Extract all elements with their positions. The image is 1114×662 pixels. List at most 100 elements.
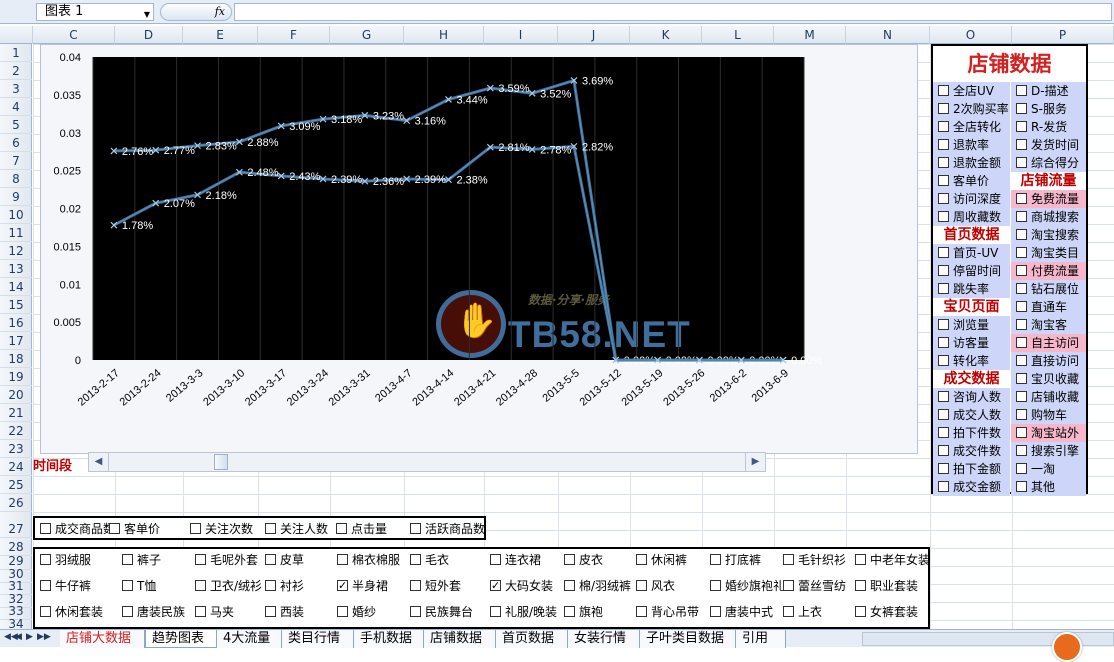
- category-checkbox[interactable]: 蕾丝雪纺: [778, 577, 858, 595]
- checkbox[interactable]: [1016, 391, 1027, 402]
- checkbox[interactable]: [109, 523, 120, 534]
- category-checkbox[interactable]: 婚纱旗袍礼服: [705, 577, 785, 595]
- checkbox[interactable]: [265, 580, 276, 591]
- panel-checkbox-item[interactable]: 停留时间: [933, 262, 1010, 280]
- checkbox[interactable]: [938, 157, 949, 168]
- panel-checkbox-item[interactable]: 店铺收藏: [1011, 388, 1086, 406]
- checkbox[interactable]: [40, 580, 51, 591]
- checkbox[interactable]: [710, 554, 721, 565]
- checkbox[interactable]: [1016, 283, 1027, 294]
- category-checkbox[interactable]: 打底裤: [705, 551, 785, 569]
- category-checkbox[interactable]: 上衣: [778, 603, 858, 621]
- category-checkbox[interactable]: 毛衣: [405, 551, 485, 569]
- checkbox[interactable]: [1016, 85, 1027, 96]
- panel-checkbox-item[interactable]: 免费流量: [1011, 190, 1086, 208]
- checkbox[interactable]: [1016, 193, 1027, 204]
- checkbox[interactable]: [1016, 265, 1027, 276]
- checkbox[interactable]: [710, 580, 721, 591]
- checkbox[interactable]: [636, 606, 647, 617]
- category-checkbox[interactable]: 大码女装: [485, 577, 565, 595]
- category-checkbox[interactable]: 棉衣棉服: [332, 551, 412, 569]
- sheet-tab[interactable]: 首页数据: [496, 630, 568, 648]
- metric-checkbox[interactable]: 点击量: [331, 520, 387, 538]
- checkbox[interactable]: [636, 580, 647, 591]
- category-checkbox[interactable]: 卫衣/绒衫: [190, 577, 270, 595]
- category-checkbox[interactable]: 旗袍: [559, 603, 639, 621]
- checkbox[interactable]: [938, 247, 949, 258]
- checkbox[interactable]: [410, 580, 421, 591]
- sheet-tab[interactable]: 女装行情: [568, 630, 640, 648]
- category-checkbox[interactable]: 连衣裙: [485, 551, 565, 569]
- checkbox[interactable]: [855, 554, 866, 565]
- panel-checkbox-item[interactable]: 综合得分: [1011, 154, 1086, 172]
- sheet-tab[interactable]: 趋势图表: [145, 630, 217, 648]
- panel-checkbox-item[interactable]: 宝贝收藏: [1011, 370, 1086, 388]
- checkbox[interactable]: [490, 554, 501, 565]
- panel-checkbox-item[interactable]: 其他: [1011, 478, 1086, 496]
- panel-checkbox-item[interactable]: R-发货: [1011, 118, 1086, 136]
- checkbox[interactable]: [1016, 427, 1027, 438]
- category-checkbox[interactable]: 棉/羽绒裤: [559, 577, 639, 595]
- category-checkbox[interactable]: 裤子: [117, 551, 197, 569]
- sheet-tab[interactable]: 店铺大数据: [60, 630, 145, 648]
- checkbox[interactable]: [410, 554, 421, 565]
- tab-nav-icon[interactable]: ◀: [15, 632, 22, 642]
- checkbox[interactable]: [938, 391, 949, 402]
- checkbox[interactable]: [938, 265, 949, 276]
- panel-checkbox-item[interactable]: 自主访问: [1011, 334, 1086, 352]
- panel-checkbox-item[interactable]: 拍下件数: [933, 424, 1010, 442]
- category-checkbox[interactable]: 西装: [260, 603, 340, 621]
- panel-checkbox-item[interactable]: 咨询人数: [933, 388, 1010, 406]
- checkbox[interactable]: [1016, 445, 1027, 456]
- checkbox[interactable]: [195, 580, 206, 591]
- panel-checkbox-item[interactable]: 拍下金额: [933, 460, 1010, 478]
- panel-checkbox-item[interactable]: 转化率: [933, 352, 1010, 370]
- checkbox[interactable]: [337, 606, 348, 617]
- panel-checkbox-item[interactable]: D-描述: [1011, 82, 1086, 100]
- sheet-tab[interactable]: 4大流量: [217, 630, 282, 648]
- checkbox[interactable]: [710, 606, 721, 617]
- checkbox[interactable]: [938, 85, 949, 96]
- checkbox[interactable]: [783, 554, 794, 565]
- checkbox[interactable]: [938, 481, 949, 492]
- checkbox[interactable]: [1016, 157, 1027, 168]
- checkbox[interactable]: [410, 523, 421, 534]
- panel-checkbox-item[interactable]: 直通车: [1011, 298, 1086, 316]
- checkbox[interactable]: [938, 463, 949, 474]
- checkbox[interactable]: [564, 554, 575, 565]
- category-checkbox[interactable]: 马夹: [190, 603, 270, 621]
- metric-checkbox[interactable]: 活跃商品数: [405, 520, 485, 538]
- checkbox[interactable]: [336, 523, 347, 534]
- checkbox[interactable]: [1016, 121, 1027, 132]
- checkbox[interactable]: [1016, 409, 1027, 420]
- checkbox[interactable]: [40, 523, 51, 534]
- category-checkbox[interactable]: 牛仔裤: [35, 577, 115, 595]
- panel-checkbox-item[interactable]: 退款金额: [933, 154, 1010, 172]
- panel-checkbox-item[interactable]: S-服务: [1011, 100, 1086, 118]
- checkbox[interactable]: [938, 319, 949, 330]
- checkbox[interactable]: [195, 554, 206, 565]
- category-checkbox[interactable]: 女裤套装: [850, 603, 930, 621]
- panel-checkbox-item[interactable]: 购物车: [1011, 406, 1086, 424]
- checkbox[interactable]: [490, 606, 501, 617]
- checkbox[interactable]: [337, 554, 348, 565]
- category-checkbox[interactable]: 民族舞台: [405, 603, 485, 621]
- category-checkbox[interactable]: 背心吊带: [631, 603, 711, 621]
- category-checkbox[interactable]: 唐装中式: [705, 603, 785, 621]
- category-checkbox[interactable]: 婚纱: [332, 603, 412, 621]
- checkbox[interactable]: [190, 523, 201, 534]
- panel-checkbox-item[interactable]: 付费流量: [1011, 262, 1086, 280]
- panel-checkbox-item[interactable]: 淘宝搜索: [1011, 226, 1086, 244]
- checkbox[interactable]: [1016, 481, 1027, 492]
- panel-checkbox-item[interactable]: 访问深度: [933, 190, 1010, 208]
- checkbox[interactable]: [1016, 211, 1027, 222]
- checkbox[interactable]: [337, 577, 348, 595]
- checkbox[interactable]: [783, 580, 794, 591]
- checkbox[interactable]: [938, 211, 949, 222]
- checkbox[interactable]: [1016, 373, 1027, 384]
- checkbox[interactable]: [265, 554, 276, 565]
- checkbox[interactable]: [564, 606, 575, 617]
- checkbox[interactable]: [122, 554, 133, 565]
- checkbox[interactable]: [938, 427, 949, 438]
- checkbox[interactable]: [855, 606, 866, 617]
